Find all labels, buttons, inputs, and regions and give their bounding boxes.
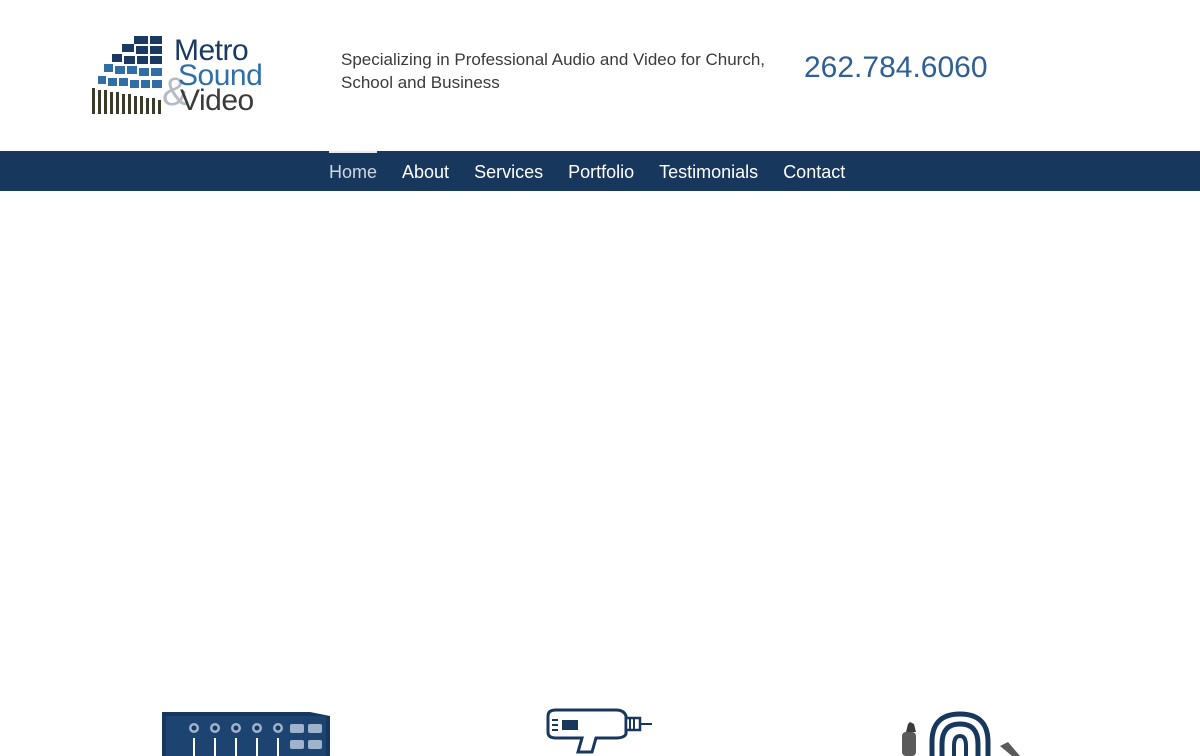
hero-area	[0, 191, 1200, 691]
logo-text-video: Video	[180, 84, 254, 117]
nav-item-about[interactable]: About	[402, 151, 449, 191]
header-tagline: Specializing in Professional Audio and V…	[341, 50, 766, 92]
nav-item-contact[interactable]: Contact	[783, 151, 845, 191]
main-nav: Home About Services Portfolio Testimonia…	[0, 151, 1200, 191]
nav-item-portfolio[interactable]: Portfolio	[568, 151, 634, 191]
logo-fan-icon	[92, 36, 162, 114]
site-logo[interactable]: Metro & Sound Video	[86, 34, 286, 118]
drill-icon	[546, 708, 652, 754]
nav-item-testimonials[interactable]: Testimonials	[659, 151, 758, 191]
cable-icon	[902, 711, 1020, 756]
nav-item-home[interactable]: Home	[329, 151, 378, 191]
phone-number-link[interactable]: 262.784.6060	[804, 51, 988, 85]
mixer-icon	[162, 712, 330, 756]
nav-list: Home About Services Portfolio Testimonia…	[329, 151, 845, 191]
nav-item-services[interactable]: Services	[474, 151, 543, 191]
site-header: Metro & Sound Video Specializing in Prof…	[0, 0, 1200, 151]
